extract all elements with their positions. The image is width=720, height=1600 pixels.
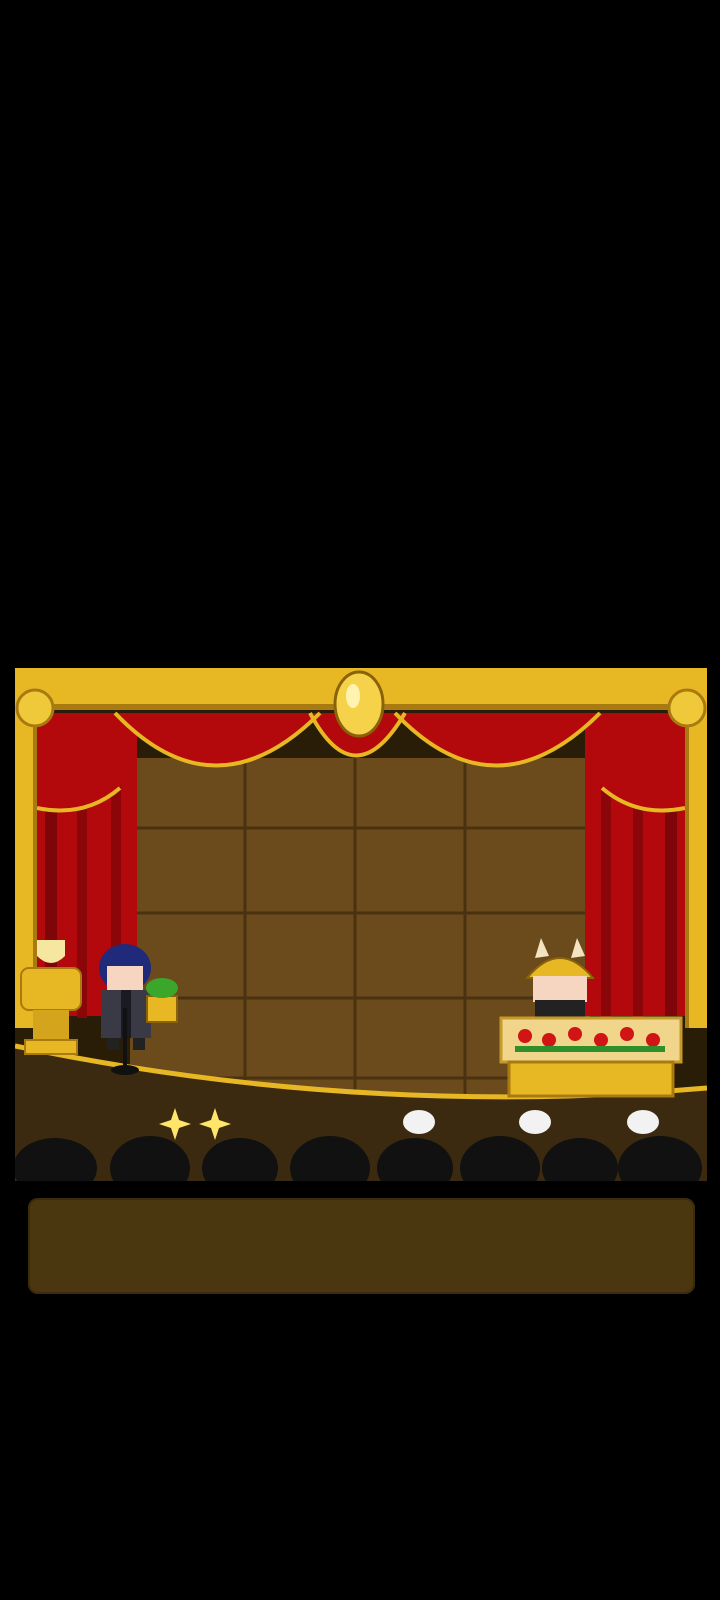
corner-ornament-right-icon [667,688,707,728]
stage-scene[interactable] [15,668,707,1181]
potted-plant-icon [146,978,178,1023]
corner-ornament-left-icon [15,688,55,728]
dialog-box[interactable] [28,1198,695,1294]
gold-oval-ornament-icon [333,670,385,738]
flower-podium-icon [499,1016,683,1098]
